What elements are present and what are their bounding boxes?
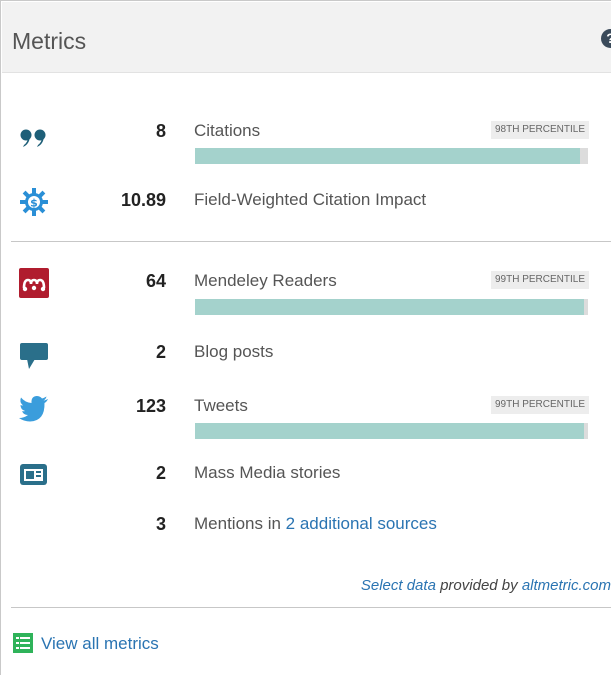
twitter-bird-icon	[19, 396, 48, 422]
metric-row-mass-media: 2 Mass Media stories	[2, 459, 611, 491]
metric-row-mentions: 3 Mentions in 2 additional sources	[2, 511, 611, 539]
metric-count: 2	[155, 463, 166, 483]
metric-row-citations: 8 Citations 98TH PERCENTILE	[2, 117, 611, 171]
metric-count: 3	[155, 514, 166, 534]
percentile-bar	[195, 423, 588, 439]
percentile-badge: 99TH PERCENTILE	[490, 396, 589, 414]
metric-label: Mentions in 2 additional sources	[194, 513, 437, 535]
credit-text: provided by	[435, 577, 522, 594]
metric-label[interactable]: Citations	[194, 120, 260, 142]
metric-count: 123	[135, 396, 166, 416]
altmetric-credit: Select data provided by altmetric.com	[361, 577, 611, 594]
panel-header: Metrics ?	[2, 2, 611, 73]
metric-row-fwci: $ 10.89 Field-Weighted Citation Impact	[2, 187, 611, 219]
percentile-bar-fill	[195, 148, 581, 164]
help-icon[interactable]: ?	[601, 29, 611, 48]
additional-sources-link[interactable]: 2 additional sources	[286, 514, 437, 533]
section-divider	[11, 241, 611, 242]
metric-row-tweets: 123 Tweets 99TH PERCENTILE	[2, 393, 611, 447]
metric-row-blog: 2 Blog posts	[2, 339, 611, 371]
list-icon	[13, 633, 33, 653]
percentile-bar-fill	[195, 423, 585, 439]
news-icon	[20, 464, 47, 485]
altmetric-link[interactable]: altmetric.com	[522, 577, 611, 594]
mentions-prefix: Mentions in	[194, 514, 286, 533]
blog-speech-icon	[20, 343, 48, 369]
percentile-badge: 99TH PERCENTILE	[490, 271, 589, 289]
footer-divider	[11, 607, 611, 608]
percentile-bar	[195, 299, 588, 315]
metric-count: 64	[145, 271, 166, 291]
citations-quote-icon	[20, 129, 46, 147]
metric-row-mendeley: 64 Mendeley Readers 99TH PERCENTILE	[2, 267, 611, 321]
percentile-bar-fill	[195, 299, 585, 315]
percentile-bar	[195, 148, 588, 164]
panel-title: Metrics	[12, 28, 87, 54]
view-all-label[interactable]: View all metrics	[41, 634, 159, 654]
metric-label[interactable]: Mass Media stories	[194, 462, 340, 484]
mendeley-icon	[19, 268, 49, 298]
metric-label[interactable]: Blog posts	[194, 341, 273, 363]
metric-label[interactable]: Mendeley Readers	[194, 270, 337, 292]
metric-label[interactable]: Tweets	[194, 395, 248, 417]
metrics-panel: Metrics ? 8 Citations 98TH PERCENTILE $	[0, 0, 611, 675]
fwci-gear-icon: $	[20, 188, 48, 216]
select-data-link[interactable]: Select data	[361, 577, 436, 594]
metric-count: 2	[155, 342, 166, 362]
metric-count: 10.89	[120, 190, 166, 210]
percentile-badge: 98TH PERCENTILE	[490, 121, 589, 139]
metric-label[interactable]: Field-Weighted Citation Impact	[194, 189, 426, 211]
metric-count: 8	[155, 121, 166, 141]
svg-text:$: $	[30, 197, 38, 210]
